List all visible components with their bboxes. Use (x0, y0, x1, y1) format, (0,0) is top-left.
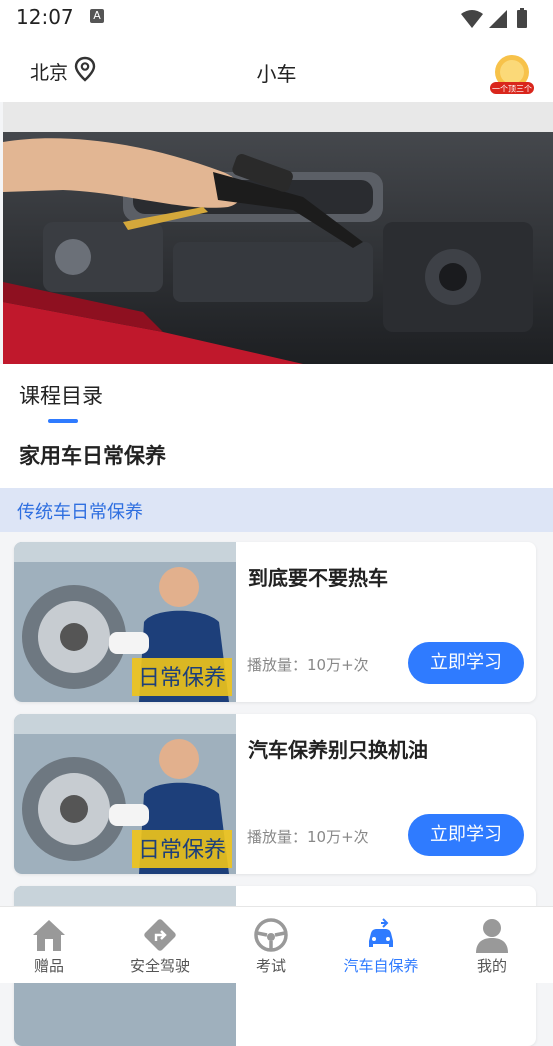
study-now-button[interactable]: 立即学习 (408, 814, 524, 856)
nav-label: 安全驾驶 (129, 957, 190, 975)
nav-item-car-self-maintenance[interactable]: 汽车自保养 (326, 907, 436, 983)
course-thumbnail[interactable]: 日常保养 (14, 714, 236, 874)
car-service-icon (369, 918, 393, 947)
notification-icon: A (90, 9, 104, 23)
thumbnail-caption: 日常保养 (138, 838, 226, 863)
course-catalog: 课程目录 家用车日常保养 (0, 364, 553, 488)
nav-label: 赠品 (33, 957, 64, 975)
view-count: 播放量：10万+次 (247, 656, 369, 674)
road-sign-icon (144, 919, 176, 951)
nav-item-exam[interactable]: 考试 (216, 907, 326, 983)
nav-label: 我的 (476, 957, 507, 975)
tab-indicator (48, 419, 78, 423)
signal-icon (489, 10, 507, 28)
thumbnail-caption: 日常保养 (138, 666, 226, 691)
status-bar: 12:07 A (0, 0, 553, 38)
study-now-button[interactable]: 立即学习 (408, 642, 524, 684)
nav-item-gifts[interactable]: 赠品 (0, 907, 104, 983)
bottom-nav: 赠品 安全驾驶 考试 汽车自保养 我的 (0, 906, 553, 983)
course-title: 到底要不要热车 (248, 566, 388, 590)
nav-label: 考试 (255, 957, 286, 975)
page-title: 小车 (256, 62, 297, 86)
subcategory-label: 传统车日常保养 (17, 502, 143, 523)
subcategory-header[interactable]: 传统车日常保养 (0, 488, 553, 532)
home-icon (33, 920, 65, 951)
nav-label: 汽车自保养 (343, 957, 419, 975)
view-count: 播放量：10万+次 (247, 828, 369, 846)
tab-course-catalog[interactable]: 课程目录 (19, 380, 103, 410)
nav-item-safe-driving[interactable]: 安全驾驶 (105, 907, 215, 983)
battery-icon (517, 8, 527, 28)
promo-badge[interactable]: 一个顶三个 (487, 52, 537, 96)
course-title: 汽车保养别只换机油 (248, 738, 428, 762)
user-icon (476, 919, 508, 953)
status-icons (459, 8, 539, 34)
status-time: 12:07 (16, 5, 74, 29)
course-thumbnail[interactable]: 日常保养 (14, 542, 236, 702)
course-card[interactable]: 日常保养 汽车保养别只换机油 播放量：10万+次 立即学习 (14, 714, 536, 874)
promo-badge-text: 一个顶三个 (492, 85, 532, 94)
nav-item-mine[interactable]: 我的 (437, 907, 547, 983)
steering-wheel-icon (254, 918, 288, 952)
wifi-icon (461, 10, 483, 28)
category-title: 家用车日常保养 (19, 444, 166, 468)
banner-image[interactable] (3, 102, 553, 364)
header: 北京 小车 一个顶三个 (0, 38, 553, 102)
course-card[interactable]: 日常保养 到底要不要热车 播放量：10万+次 立即学习 (14, 542, 536, 702)
